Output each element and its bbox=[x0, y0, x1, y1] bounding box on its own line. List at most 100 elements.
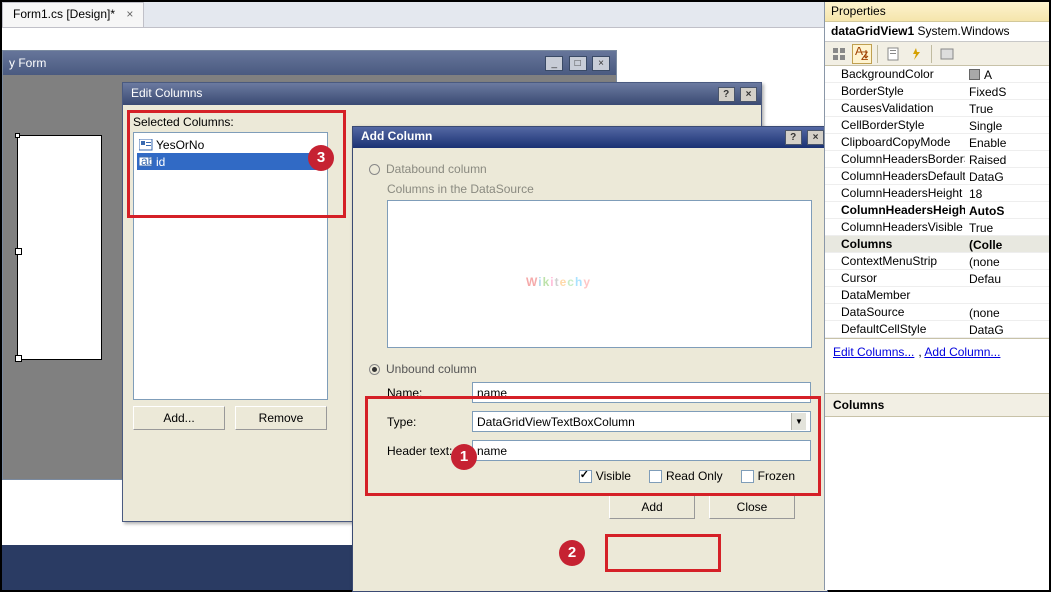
property-value[interactable]: (none bbox=[965, 304, 1049, 320]
property-value[interactable]: 18 bbox=[965, 185, 1049, 201]
property-value[interactable]: DataG bbox=[965, 321, 1049, 337]
property-row[interactable]: ColumnHeadersBorderStRaised bbox=[825, 151, 1049, 168]
property-row[interactable]: DefaultCellStyleDataG bbox=[825, 321, 1049, 338]
minimize-icon[interactable]: _ bbox=[545, 56, 563, 71]
window-buttons: _ □ × bbox=[543, 55, 610, 71]
property-row[interactable]: ClipboardCopyModeEnable bbox=[825, 134, 1049, 151]
datasource-columns-label: Columns in the DataSource bbox=[387, 182, 811, 196]
property-value[interactable]: Raised bbox=[965, 151, 1049, 167]
selected-object[interactable]: dataGridView1 System.Windows bbox=[825, 22, 1049, 42]
property-row[interactable]: ColumnHeadersDefaultCeDataG bbox=[825, 168, 1049, 185]
radio-icon[interactable] bbox=[369, 364, 380, 375]
add-column-dialog: Add Column ? × Databound column Columns … bbox=[352, 126, 828, 592]
annotation-box-2 bbox=[605, 534, 721, 572]
close-button[interactable]: Close bbox=[709, 495, 795, 519]
annotation-badge-3: 3 bbox=[308, 145, 334, 171]
property-name: DataSource bbox=[825, 304, 965, 320]
property-row[interactable]: ColumnHeadersHeightSizAutoS bbox=[825, 202, 1049, 219]
close-icon[interactable]: × bbox=[126, 7, 133, 21]
help-icon[interactable]: ? bbox=[785, 130, 802, 145]
property-links: Edit Columns..., Add Column... bbox=[825, 338, 1049, 365]
property-row[interactable]: CursorDefau bbox=[825, 270, 1049, 287]
categorized-icon[interactable] bbox=[829, 44, 849, 64]
properties-panel: Properties dataGridView1 System.Windows … bbox=[824, 2, 1049, 590]
property-name: ClipboardCopyMode bbox=[825, 134, 965, 150]
property-name: DataMember bbox=[825, 287, 965, 303]
properties-grid[interactable]: BackgroundColorABorderStyleFixedSCausesV… bbox=[825, 66, 1049, 338]
alphabetical-icon[interactable]: AZ bbox=[852, 44, 872, 64]
annotation-box-1 bbox=[365, 396, 821, 496]
property-row[interactable]: ContextMenuStrip(none bbox=[825, 253, 1049, 270]
add-button[interactable]: Add bbox=[609, 495, 695, 519]
property-name: ColumnHeadersDefaultCe bbox=[825, 168, 965, 184]
property-row[interactable]: BackgroundColorA bbox=[825, 66, 1049, 83]
add-column-title: Add Column bbox=[361, 129, 432, 148]
property-row[interactable]: CellBorderStyleSingle bbox=[825, 117, 1049, 134]
property-name: BackgroundColor bbox=[825, 66, 965, 82]
properties-toolbar: AZ bbox=[825, 42, 1049, 66]
radio-icon bbox=[369, 164, 380, 175]
property-name: ContextMenuStrip bbox=[825, 253, 965, 269]
databound-radio-row: Databound column bbox=[369, 162, 811, 176]
property-row[interactable]: Columns(Colle bbox=[825, 236, 1049, 253]
svg-text:Z: Z bbox=[861, 49, 868, 61]
databound-label: Databound column bbox=[386, 162, 487, 176]
help-icon[interactable]: ? bbox=[718, 87, 735, 102]
property-name: ColumnHeadersVisible bbox=[825, 219, 965, 235]
property-row[interactable]: ColumnHeadersVisibleTrue bbox=[825, 219, 1049, 236]
design-form-titlebar[interactable]: y Form _ □ × bbox=[3, 51, 616, 75]
property-value[interactable]: (none bbox=[965, 253, 1049, 269]
add-button[interactable]: Add... bbox=[133, 406, 225, 430]
maximize-icon[interactable]: □ bbox=[569, 56, 587, 71]
close-icon[interactable]: × bbox=[807, 130, 824, 145]
property-category-label: Columns bbox=[825, 393, 1049, 417]
property-value[interactable]: A bbox=[965, 66, 1049, 82]
annotation-badge-1: 1 bbox=[451, 444, 477, 470]
events-icon[interactable] bbox=[906, 44, 926, 64]
edit-columns-titlebar[interactable]: Edit Columns ? × bbox=[123, 83, 761, 105]
property-name: ColumnHeadersHeightSiz bbox=[825, 202, 965, 218]
property-value[interactable]: DataG bbox=[965, 168, 1049, 184]
unbound-label: Unbound column bbox=[386, 362, 477, 376]
property-name: ColumnHeadersHeight bbox=[825, 185, 965, 201]
add-column-link[interactable]: Add Column... bbox=[924, 345, 1000, 359]
properties-title: Properties bbox=[825, 2, 1049, 22]
property-value[interactable]: True bbox=[965, 219, 1049, 235]
annotation-badge-2: 2 bbox=[559, 540, 585, 566]
color-swatch-icon bbox=[969, 69, 980, 80]
edit-columns-link[interactable]: Edit Columns... bbox=[833, 345, 914, 359]
add-column-titlebar[interactable]: Add Column ? × bbox=[353, 127, 827, 148]
edit-columns-title: Edit Columns bbox=[131, 86, 202, 105]
property-name: ColumnHeadersBorderSt bbox=[825, 151, 965, 167]
design-form-title: y Form bbox=[9, 56, 46, 70]
property-pages-icon[interactable] bbox=[937, 44, 957, 64]
property-name: DefaultCellStyle bbox=[825, 321, 965, 337]
property-name: Columns bbox=[825, 236, 965, 252]
property-row[interactable]: BorderStyleFixedS bbox=[825, 83, 1049, 100]
properties-page-icon[interactable] bbox=[883, 44, 903, 64]
property-value[interactable]: AutoS bbox=[965, 202, 1049, 218]
property-row[interactable]: ColumnHeadersHeight18 bbox=[825, 185, 1049, 202]
property-value[interactable]: (Colle bbox=[965, 236, 1049, 252]
property-row[interactable]: DataSource(none bbox=[825, 304, 1049, 321]
property-value[interactable] bbox=[965, 287, 1049, 303]
tab-label: Form1.cs [Design]* bbox=[13, 7, 115, 21]
property-name: CausesValidation bbox=[825, 100, 965, 116]
close-icon[interactable]: × bbox=[740, 87, 757, 102]
property-value[interactable]: Single bbox=[965, 117, 1049, 133]
property-row[interactable]: CausesValidationTrue bbox=[825, 100, 1049, 117]
property-name: BorderStyle bbox=[825, 83, 965, 99]
property-value[interactable]: True bbox=[965, 100, 1049, 116]
property-name: CellBorderStyle bbox=[825, 117, 965, 133]
remove-button[interactable]: Remove bbox=[235, 406, 327, 430]
property-name: Cursor bbox=[825, 270, 965, 286]
close-icon[interactable]: × bbox=[592, 56, 610, 71]
property-value[interactable]: Defau bbox=[965, 270, 1049, 286]
unbound-radio-row[interactable]: Unbound column bbox=[369, 362, 811, 376]
document-tab[interactable]: Form1.cs [Design]* × bbox=[2, 2, 144, 27]
property-row[interactable]: DataMember bbox=[825, 287, 1049, 304]
datasource-columns-list bbox=[387, 200, 812, 348]
control-resize-outline[interactable] bbox=[17, 135, 102, 360]
property-value[interactable]: Enable bbox=[965, 134, 1049, 150]
property-value[interactable]: FixedS bbox=[965, 83, 1049, 99]
